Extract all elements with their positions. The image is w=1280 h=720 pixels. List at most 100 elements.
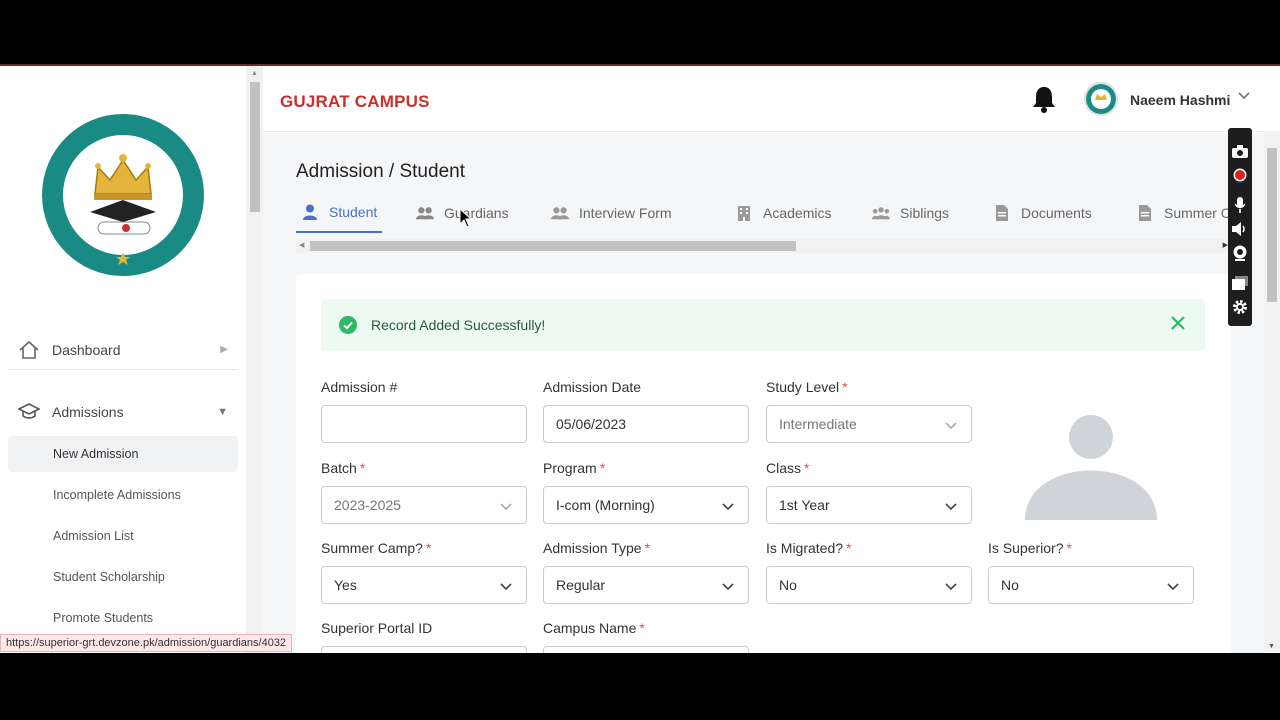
sidebar-item-incomplete-admissions[interactable]: Incomplete Admissions bbox=[8, 477, 238, 513]
required-mark: * bbox=[359, 460, 366, 476]
field-value: 1st Year bbox=[779, 497, 830, 513]
admission-no-field: Admission # bbox=[321, 379, 527, 443]
scroll-down-icon[interactable]: ▼ bbox=[1268, 643, 1275, 650]
chevron-down-icon bbox=[945, 499, 957, 511]
field-label: Is Superior? * bbox=[988, 540, 1194, 560]
sidebar-item-student-scholarship[interactable]: Student Scholarship bbox=[8, 559, 238, 595]
chevron-down-icon bbox=[500, 579, 512, 591]
sidebar-item-dashboard[interactable]: Dashboard ▶ bbox=[8, 330, 238, 370]
admission-no-input[interactable] bbox=[334, 416, 514, 432]
chevron-down-icon[interactable] bbox=[1238, 90, 1250, 104]
tab-label: Academics bbox=[763, 205, 832, 221]
summer-camp-select[interactable]: Yes bbox=[321, 566, 527, 604]
field-value: No bbox=[779, 577, 797, 593]
label-text: Class bbox=[766, 460, 802, 476]
program-select[interactable]: I-com (Morning) bbox=[543, 486, 749, 524]
is-migrated-select[interactable]: No bbox=[766, 566, 972, 604]
sidebar-scrollbar[interactable]: ▲ bbox=[247, 66, 263, 653]
tab-interview-form[interactable]: Interview Form bbox=[551, 193, 672, 233]
campus-name-select[interactable] bbox=[543, 646, 749, 653]
camera-icon[interactable] bbox=[1231, 142, 1249, 160]
admission-type-select[interactable]: Regular bbox=[543, 566, 749, 604]
webcam-icon[interactable] bbox=[1231, 244, 1249, 262]
user-avatar[interactable] bbox=[1084, 82, 1118, 116]
field-label: Summer Camp? * bbox=[321, 540, 527, 560]
field-value: Yes bbox=[334, 577, 357, 593]
chevron-down-icon bbox=[722, 579, 734, 591]
student-photo-placeholder[interactable] bbox=[1024, 414, 1158, 520]
label-text: Is Migrated? bbox=[766, 540, 844, 556]
mouse-cursor-icon bbox=[459, 207, 473, 228]
program-field: Program * I-com (Morning) bbox=[543, 460, 749, 524]
required-mark: * bbox=[425, 540, 432, 556]
tab-student[interactable]: Student bbox=[296, 193, 382, 233]
close-icon[interactable] bbox=[1169, 314, 1187, 332]
scroll-up-icon[interactable]: ▲ bbox=[251, 70, 258, 77]
record-icon[interactable] bbox=[1231, 166, 1249, 184]
browser-viewport: SUPERIOR GROUP OF COLLEGES Dashboard ▶ bbox=[0, 66, 1280, 653]
field-value: No bbox=[1001, 577, 1019, 593]
field-value: I-com (Morning) bbox=[556, 497, 655, 513]
field-label: Admission Type * bbox=[543, 540, 749, 560]
alert-message: Record Added Successfully! bbox=[371, 317, 546, 333]
notification-bell-icon[interactable] bbox=[1030, 84, 1058, 114]
chevron-down-icon bbox=[1167, 579, 1179, 591]
scroll-left-icon[interactable]: ◀ bbox=[299, 241, 304, 249]
is-superior-select[interactable]: No bbox=[988, 566, 1194, 604]
required-mark: * bbox=[842, 379, 848, 395]
windows-icon[interactable] bbox=[1231, 274, 1249, 292]
users-icon bbox=[551, 204, 569, 222]
document-icon bbox=[993, 204, 1011, 222]
admission-form-card: Record Added Successfully! Admission # A… bbox=[296, 274, 1231, 653]
tab-siblings[interactable]: Siblings bbox=[872, 193, 949, 233]
tab-summer-camp[interactable]: Summer C bbox=[1136, 193, 1231, 233]
label-text: Batch bbox=[321, 460, 357, 476]
batch-select[interactable]: 2023-2025 bbox=[321, 486, 527, 524]
admission-date-input[interactable]: 05/06/2023 bbox=[543, 405, 749, 443]
sidebar-item-admissions[interactable]: Admissions ▼ bbox=[8, 392, 238, 432]
page-scrollbar[interactable]: ▼ bbox=[1264, 132, 1280, 652]
sidebar-item-promote-students[interactable]: Promote Students bbox=[8, 600, 238, 636]
required-mark: * bbox=[846, 540, 852, 556]
class-select[interactable]: 1st Year bbox=[766, 486, 972, 524]
required-mark: * bbox=[599, 460, 606, 476]
sidebar: SUPERIOR GROUP OF COLLEGES Dashboard ▶ bbox=[0, 66, 247, 653]
graduation-cap-icon bbox=[14, 401, 44, 423]
user-name[interactable]: Naeem Hashmi bbox=[1130, 92, 1230, 108]
label-text: Is Superior? bbox=[988, 540, 1064, 556]
main-content: Admission / Student Student Guardians In… bbox=[263, 133, 1266, 653]
field-label: Superior Portal ID bbox=[321, 620, 433, 636]
field-label: Study Level * bbox=[766, 379, 972, 399]
batch-field: Batch * 2023-2025 bbox=[321, 460, 527, 524]
sidebar-item-admission-list[interactable]: Admission List bbox=[8, 518, 238, 554]
microphone-icon[interactable] bbox=[1231, 196, 1249, 214]
tabs-scrollbar[interactable]: ◀ ▶ bbox=[296, 239, 1231, 253]
chevron-down-icon bbox=[722, 499, 734, 511]
tab-label: Documents bbox=[1021, 205, 1092, 221]
required-mark: * bbox=[639, 620, 645, 636]
campus-name-field: Campus Name * bbox=[543, 620, 749, 653]
document-icon bbox=[1136, 204, 1154, 222]
superior-portal-id-input[interactable] bbox=[321, 646, 527, 653]
scrollbar-thumb[interactable] bbox=[250, 82, 260, 212]
chevron-down-icon bbox=[945, 418, 957, 430]
recorder-toolbar bbox=[1228, 128, 1252, 326]
tab-academics[interactable]: Academics bbox=[735, 193, 831, 233]
user-icon bbox=[301, 203, 319, 221]
scrollbar-thumb[interactable] bbox=[1267, 148, 1277, 302]
tab-label: Student bbox=[329, 204, 378, 220]
top-header: GUJRAT CAMPUS Naeem Hashmi bbox=[263, 66, 1280, 132]
label-text: Campus Name bbox=[543, 620, 637, 636]
field-label: Admission # bbox=[321, 379, 398, 395]
tab-documents[interactable]: Documents bbox=[993, 193, 1092, 233]
chevron-down-icon bbox=[945, 579, 957, 591]
gear-icon[interactable] bbox=[1231, 298, 1249, 316]
label-text: Summer Camp? bbox=[321, 540, 423, 556]
people-group-icon bbox=[872, 204, 890, 222]
speaker-icon[interactable] bbox=[1231, 220, 1249, 238]
sidebar-item-new-admission[interactable]: New Admission bbox=[8, 436, 238, 472]
field-label: Program * bbox=[543, 460, 749, 480]
study-level-select[interactable]: Intermediate bbox=[766, 405, 972, 443]
scrollbar-thumb[interactable] bbox=[310, 241, 796, 251]
campus-title: GUJRAT CAMPUS bbox=[280, 92, 430, 111]
